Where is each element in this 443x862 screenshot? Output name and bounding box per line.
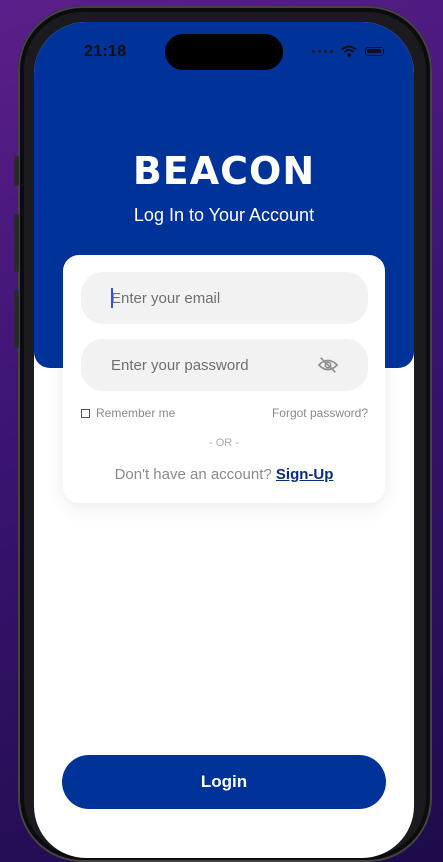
status-time: 21:18 (84, 43, 127, 60)
remember-me-checkbox[interactable]: Remember me (81, 406, 175, 420)
status-icons (312, 45, 384, 57)
device-volume-up-button (14, 214, 19, 272)
login-button[interactable]: Login (62, 755, 386, 809)
page-title: Log In to Your Account (133, 205, 315, 225)
signup-link[interactable]: Sign-Up (276, 466, 334, 483)
text-cursor (111, 288, 113, 308)
device-volume-down-button (14, 290, 19, 348)
remember-me-label: Remember me (96, 406, 176, 420)
device-mute-switch (14, 156, 19, 186)
signup-prompt: Don't have an account? (114, 466, 272, 483)
battery-icon (365, 46, 384, 56)
signup-row: Don't have an account? Sign-Up (63, 466, 385, 483)
wifi-icon (341, 45, 357, 57)
checkbox-box[interactable] (81, 408, 90, 418)
dynamic-island (165, 34, 283, 70)
forgot-password-link[interactable]: Forgot password? (272, 406, 368, 420)
login-card: Remember me Forgot password? - OR - Don'… (63, 255, 385, 503)
email-field[interactable] (81, 272, 368, 324)
app-logo: BEACON (132, 149, 316, 193)
or-divider: - OR - (209, 437, 239, 449)
eye-off-icon[interactable] (317, 355, 339, 375)
app-screen: 21:18 BEACON Log In to Your Account Reme… (34, 22, 414, 858)
signal-dots-icon (312, 49, 333, 53)
